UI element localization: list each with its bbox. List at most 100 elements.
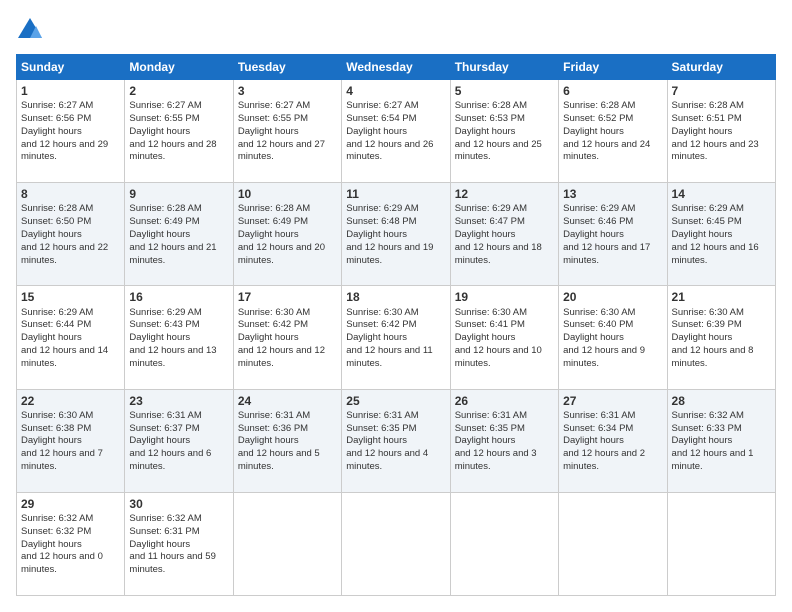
calendar-week-row: 29Sunrise: 6:32 AMSunset: 6:32 PMDayligh… <box>17 492 776 595</box>
day-info: Sunrise: 6:27 AMSunset: 6:54 PMDaylight … <box>346 100 433 162</box>
day-info: Sunrise: 6:29 AMSunset: 6:44 PMDaylight … <box>21 307 108 369</box>
day-number: 7 <box>672 83 771 99</box>
calendar-cell: 25Sunrise: 6:31 AMSunset: 6:35 PMDayligh… <box>342 389 450 492</box>
day-info: Sunrise: 6:27 AMSunset: 6:56 PMDaylight … <box>21 100 108 162</box>
day-number: 21 <box>672 289 771 305</box>
calendar-table: SundayMondayTuesdayWednesdayThursdayFrid… <box>16 54 776 596</box>
day-number: 19 <box>455 289 554 305</box>
logo-icon <box>16 16 44 44</box>
day-info: Sunrise: 6:28 AMSunset: 6:49 PMDaylight … <box>238 203 325 265</box>
day-number: 9 <box>129 186 228 202</box>
calendar-cell <box>667 492 775 595</box>
day-info: Sunrise: 6:29 AMSunset: 6:43 PMDaylight … <box>129 307 216 369</box>
calendar-cell: 11Sunrise: 6:29 AMSunset: 6:48 PMDayligh… <box>342 183 450 286</box>
day-info: Sunrise: 6:30 AMSunset: 6:38 PMDaylight … <box>21 410 103 472</box>
calendar-cell: 18 Sunrise: 6:30 AMSunset: 6:42 PMDayligh… <box>342 286 450 389</box>
day-info: Sunrise: 6:32 AMSunset: 6:32 PMDaylight … <box>21 513 103 575</box>
day-number: 22 <box>21 393 120 409</box>
calendar-cell: 7Sunrise: 6:28 AMSunset: 6:51 PMDaylight… <box>667 80 775 183</box>
day-info: Sunrise: 6:30 AMSunset: 6:39 PMDaylight … <box>672 307 754 369</box>
calendar-cell: 9Sunrise: 6:28 AMSunset: 6:49 PMDaylight… <box>125 183 233 286</box>
calendar-cell: 21 Sunrise: 6:30 AMSunset: 6:39 PMDayligh… <box>667 286 775 389</box>
day-number: 24 <box>238 393 337 409</box>
calendar-cell: 28Sunrise: 6:32 AMSunset: 6:33 PMDayligh… <box>667 389 775 492</box>
calendar-col-header: Tuesday <box>233 55 341 80</box>
day-number: 8 <box>21 186 120 202</box>
day-info: Sunrise: 6:28 AMSunset: 6:50 PMDaylight … <box>21 203 108 265</box>
day-number: 6 <box>563 83 662 99</box>
day-info: Sunrise: 6:28 AMSunset: 6:53 PMDaylight … <box>455 100 542 162</box>
day-number: 2 <box>129 83 228 99</box>
calendar-cell: 26Sunrise: 6:31 AMSunset: 6:35 PMDayligh… <box>450 389 558 492</box>
day-info: Sunrise: 6:31 AMSunset: 6:34 PMDaylight … <box>563 410 645 472</box>
day-info: Sunrise: 6:30 AMSunset: 6:41 PMDaylight … <box>455 307 542 369</box>
day-info: Sunrise: 6:31 AMSunset: 6:35 PMDaylight … <box>455 410 537 472</box>
day-number: 15 <box>21 289 120 305</box>
calendar-cell: 14Sunrise: 6:29 AMSunset: 6:45 PMDayligh… <box>667 183 775 286</box>
calendar-week-row: 8Sunrise: 6:28 AMSunset: 6:50 PMDaylight… <box>17 183 776 286</box>
day-number: 3 <box>238 83 337 99</box>
calendar-cell: 5Sunrise: 6:28 AMSunset: 6:53 PMDaylight… <box>450 80 558 183</box>
day-number: 18 <box>346 289 445 305</box>
day-info: Sunrise: 6:28 AMSunset: 6:52 PMDaylight … <box>563 100 650 162</box>
day-info: Sunrise: 6:30 AMSunset: 6:40 PMDaylight … <box>563 307 645 369</box>
calendar-cell: 12Sunrise: 6:29 AMSunset: 6:47 PMDayligh… <box>450 183 558 286</box>
calendar-col-header: Wednesday <box>342 55 450 80</box>
calendar-cell: 3Sunrise: 6:27 AMSunset: 6:55 PMDaylight… <box>233 80 341 183</box>
calendar-cell: 10Sunrise: 6:28 AMSunset: 6:49 PMDayligh… <box>233 183 341 286</box>
day-info: Sunrise: 6:30 AMSunset: 6:42 PMDaylight … <box>346 307 432 369</box>
page: SundayMondayTuesdayWednesdayThursdayFrid… <box>0 0 792 612</box>
calendar-cell: 30Sunrise: 6:32 AMSunset: 6:31 PMDayligh… <box>125 492 233 595</box>
day-number: 30 <box>129 496 228 512</box>
day-info: Sunrise: 6:29 AMSunset: 6:48 PMDaylight … <box>346 203 433 265</box>
logo <box>16 16 48 44</box>
calendar-col-header: Sunday <box>17 55 125 80</box>
day-info: Sunrise: 6:32 AMSunset: 6:33 PMDaylight … <box>672 410 754 472</box>
calendar-cell: 20Sunrise: 6:30 AMSunset: 6:40 PMDayligh… <box>559 286 667 389</box>
calendar-header-row: SundayMondayTuesdayWednesdayThursdayFrid… <box>17 55 776 80</box>
day-info: Sunrise: 6:31 AMSunset: 6:37 PMDaylight … <box>129 410 211 472</box>
calendar-cell: 8Sunrise: 6:28 AMSunset: 6:50 PMDaylight… <box>17 183 125 286</box>
calendar-cell: 15 Sunrise: 6:29 AMSunset: 6:44 PMDayligh… <box>17 286 125 389</box>
calendar-cell: 23Sunrise: 6:31 AMSunset: 6:37 PMDayligh… <box>125 389 233 492</box>
calendar-cell: 13Sunrise: 6:29 AMSunset: 6:46 PMDayligh… <box>559 183 667 286</box>
day-number: 14 <box>672 186 771 202</box>
day-number: 26 <box>455 393 554 409</box>
day-number: 13 <box>563 186 662 202</box>
calendar-col-header: Monday <box>125 55 233 80</box>
day-number: 17 <box>238 289 337 305</box>
day-info: Sunrise: 6:28 AMSunset: 6:51 PMDaylight … <box>672 100 759 162</box>
day-number: 10 <box>238 186 337 202</box>
day-info: Sunrise: 6:27 AMSunset: 6:55 PMDaylight … <box>129 100 216 162</box>
calendar-cell: 17Sunrise: 6:30 AMSunset: 6:42 PMDayligh… <box>233 286 341 389</box>
day-info: Sunrise: 6:29 AMSunset: 6:47 PMDaylight … <box>455 203 542 265</box>
day-number: 29 <box>21 496 120 512</box>
day-info: Sunrise: 6:31 AMSunset: 6:36 PMDaylight … <box>238 410 320 472</box>
calendar-cell: 22Sunrise: 6:30 AMSunset: 6:38 PMDayligh… <box>17 389 125 492</box>
calendar-cell: 1Sunrise: 6:27 AMSunset: 6:56 PMDaylight… <box>17 80 125 183</box>
calendar-cell <box>450 492 558 595</box>
day-number: 4 <box>346 83 445 99</box>
day-number: 11 <box>346 186 445 202</box>
day-info: Sunrise: 6:28 AMSunset: 6:49 PMDaylight … <box>129 203 216 265</box>
calendar-cell: 4Sunrise: 6:27 AMSunset: 6:54 PMDaylight… <box>342 80 450 183</box>
calendar-cell <box>233 492 341 595</box>
day-info: Sunrise: 6:29 AMSunset: 6:45 PMDaylight … <box>672 203 759 265</box>
calendar-cell <box>559 492 667 595</box>
day-number: 1 <box>21 83 120 99</box>
calendar-week-row: 1Sunrise: 6:27 AMSunset: 6:56 PMDaylight… <box>17 80 776 183</box>
calendar-week-row: 22Sunrise: 6:30 AMSunset: 6:38 PMDayligh… <box>17 389 776 492</box>
calendar-col-header: Thursday <box>450 55 558 80</box>
calendar-cell: 19 Sunrise: 6:30 AMSunset: 6:41 PMDayligh… <box>450 286 558 389</box>
calendar-col-header: Saturday <box>667 55 775 80</box>
calendar-cell: 27Sunrise: 6:31 AMSunset: 6:34 PMDayligh… <box>559 389 667 492</box>
day-number: 27 <box>563 393 662 409</box>
calendar-cell: 29Sunrise: 6:32 AMSunset: 6:32 PMDayligh… <box>17 492 125 595</box>
calendar-cell: 2Sunrise: 6:27 AMSunset: 6:55 PMDaylight… <box>125 80 233 183</box>
day-number: 23 <box>129 393 228 409</box>
day-info: Sunrise: 6:31 AMSunset: 6:35 PMDaylight … <box>346 410 428 472</box>
calendar-week-row: 15 Sunrise: 6:29 AMSunset: 6:44 PMDayligh… <box>17 286 776 389</box>
calendar-cell <box>342 492 450 595</box>
day-info: Sunrise: 6:27 AMSunset: 6:55 PMDaylight … <box>238 100 325 162</box>
calendar-cell: 16Sunrise: 6:29 AMSunset: 6:43 PMDayligh… <box>125 286 233 389</box>
